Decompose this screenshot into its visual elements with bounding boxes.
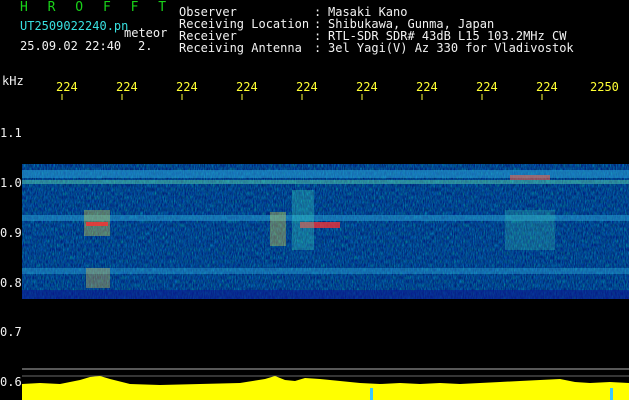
spectrogram [22,94,629,400]
power-marker [370,388,373,400]
time-tick-marks [61,94,543,100]
power-trace [22,376,629,400]
baseline-lines [22,368,629,377]
power-marker-2 [610,388,613,400]
